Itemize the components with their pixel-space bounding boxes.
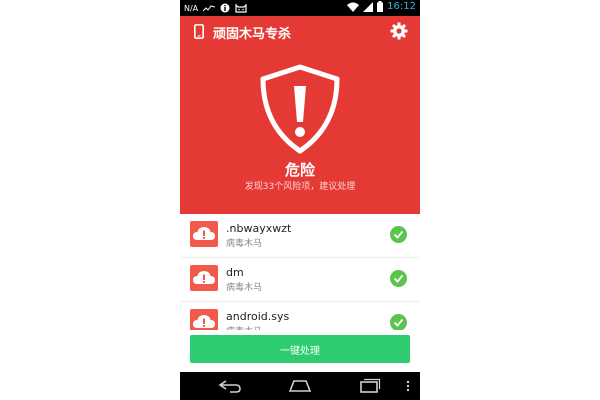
gear-icon <box>390 22 408 40</box>
home-icon[interactable] <box>288 378 312 394</box>
cat-icon <box>235 3 247 13</box>
phone-icon <box>194 24 204 39</box>
list-item[interactable]: dm 病毒木马 <box>180 258 420 302</box>
danger-panel: 顽固木马专杀 危险 发现33个风险项，建议处理 <box>180 16 420 214</box>
item-name: android.sys <box>226 310 290 323</box>
app-title: 顽固木马专杀 <box>213 27 292 42</box>
clock: 16:12 <box>387 1 416 12</box>
shield-warning-icon <box>260 64 340 154</box>
list-item[interactable]: android.sys 病毒木马 <box>180 302 420 330</box>
app-header: 顽固木马专杀 <box>180 16 420 46</box>
phone-screen: N/A 16:12 顽固木马专杀 危险 发现33个风险项，建议处理 .nbway… <box>180 0 420 400</box>
item-name: .nbwayxwzt <box>226 222 292 235</box>
item-type: 病毒木马 <box>226 239 263 249</box>
item-type: 病毒木马 <box>226 283 263 293</box>
wifi-icon <box>347 2 360 12</box>
check-icon[interactable] <box>390 270 407 287</box>
check-icon[interactable] <box>390 314 407 330</box>
settings-button[interactable] <box>390 22 408 40</box>
status-subtitle: 发现33个风险项，建议处理 <box>244 182 356 192</box>
carrier-label: N/A <box>184 3 199 13</box>
item-name: dm <box>226 266 244 279</box>
status-bar: N/A 16:12 <box>180 0 420 16</box>
threat-list[interactable]: .nbwayxwzt 病毒木马 dm 病毒木马 android.sys <box>180 214 420 330</box>
cloud-warning-icon <box>190 265 218 291</box>
list-item[interactable]: .nbwayxwzt 病毒木马 <box>180 214 420 258</box>
signal-icon <box>363 1 374 12</box>
fix-all-button[interactable]: 一键处理 <box>190 335 410 363</box>
status-title: 危险 <box>284 161 315 179</box>
back-icon[interactable] <box>218 378 242 394</box>
check-icon[interactable] <box>390 226 407 243</box>
recent-apps-icon[interactable] <box>358 378 382 394</box>
info-icon <box>220 3 230 13</box>
item-type: 病毒木马 <box>226 324 262 330</box>
cloud-warning-icon <box>190 221 218 247</box>
cloud-warning-icon <box>190 309 218 330</box>
navigation-bar <box>180 372 420 400</box>
overflow-menu-icon[interactable] <box>406 380 410 392</box>
battery-icon <box>377 1 384 12</box>
activity-icon <box>203 5 216 12</box>
